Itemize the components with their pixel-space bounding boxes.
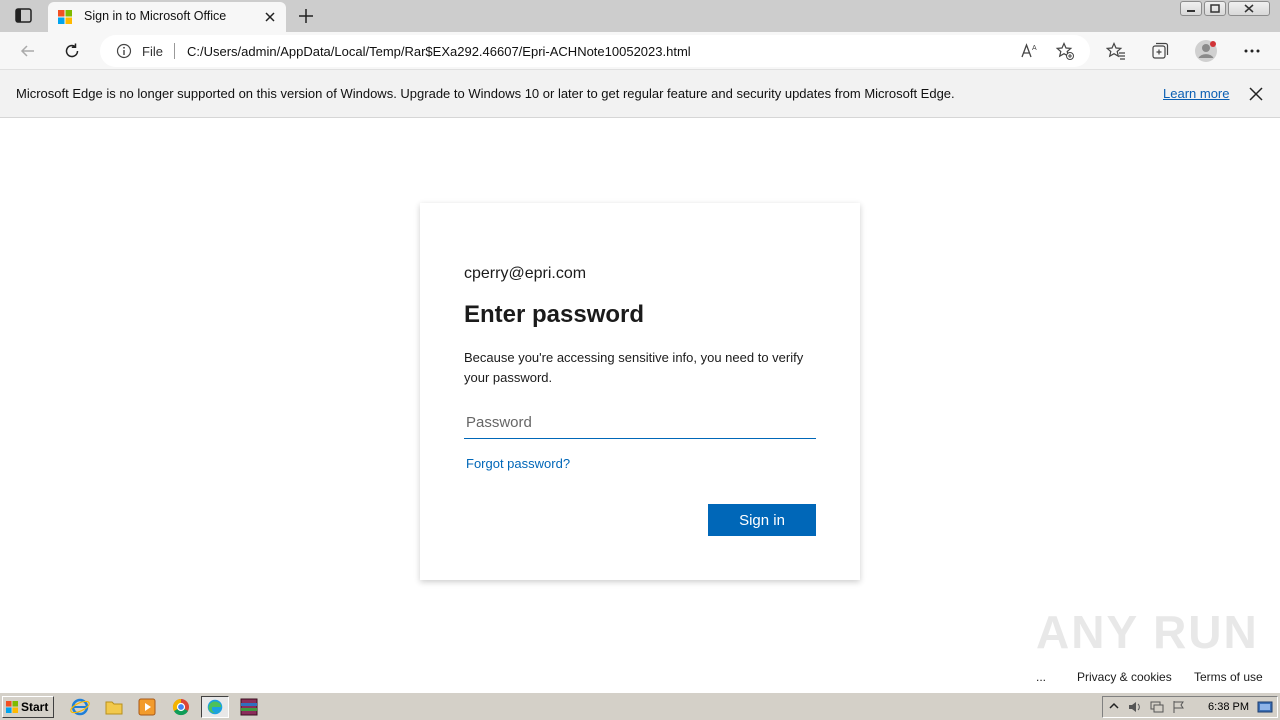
address-separator [174, 43, 175, 59]
sign-in-button[interactable]: Sign in [708, 504, 816, 536]
svg-text:A: A [1032, 45, 1037, 52]
info-icon[interactable] [116, 43, 132, 59]
start-label: Start [21, 700, 49, 714]
taskbar: Start 6:38 PM [0, 692, 1280, 720]
privacy-cookies-link[interactable]: Privacy & cookies [1077, 670, 1172, 684]
active-tab[interactable]: Sign in to Microsoft Office [48, 2, 286, 32]
terms-of-use-link[interactable]: Terms of use [1194, 670, 1263, 684]
restore-button[interactable] [1204, 1, 1226, 16]
url-text[interactable]: C:/Users/admin/AppData/Local/Temp/Rar$EX… [187, 44, 691, 59]
tab-actions-icon[interactable] [12, 7, 36, 25]
volume-icon[interactable] [1127, 700, 1143, 714]
microsoft-logo-icon [58, 10, 72, 24]
internet-explorer-icon[interactable] [68, 696, 92, 718]
account-email: cperry@epri.com [464, 265, 587, 282]
favorites-icon[interactable] [1106, 41, 1126, 61]
page-title: Enter password [464, 301, 645, 328]
edge-icon[interactable] [201, 696, 229, 718]
collections-icon[interactable] [1150, 41, 1170, 61]
system-tray: 6:38 PM [1102, 696, 1278, 718]
minimize-button[interactable] [1180, 1, 1202, 16]
tab-strip: Sign in to Microsoft Office [0, 0, 1280, 32]
learn-more-link[interactable]: Learn more [1163, 86, 1229, 101]
signin-description: Because you're accessing sensitive info,… [464, 350, 804, 385]
signin-card: cperry@epri.com Enter password Because y… [420, 203, 860, 580]
back-icon[interactable] [18, 41, 38, 61]
profile-avatar-icon[interactable] [1194, 39, 1218, 63]
refresh-icon[interactable] [62, 41, 82, 61]
anyrun-watermark: ANY RUN [1036, 606, 1259, 658]
add-favorite-icon[interactable] [1055, 41, 1075, 61]
footer-more-link[interactable]: ... [1036, 670, 1046, 684]
close-infobar-icon[interactable] [1248, 86, 1264, 102]
tray-expand-icon[interactable] [1107, 700, 1121, 714]
more-options-icon[interactable] [1242, 41, 1262, 61]
chrome-icon[interactable] [169, 696, 193, 718]
window-controls [1180, 1, 1270, 17]
winrar-icon[interactable] [235, 696, 263, 718]
file-explorer-icon[interactable] [102, 696, 126, 718]
windows-flag-icon [6, 701, 18, 713]
unsupported-os-infobar: Microsoft Edge is no longer supported on… [0, 70, 1280, 118]
close-tab-icon[interactable] [262, 9, 278, 25]
forgot-password-link[interactable]: Forgot password? [466, 456, 570, 471]
read-aloud-icon[interactable]: A [1019, 41, 1039, 61]
browser-toolbar: File C:/Users/admin/AppData/Local/Temp/R… [0, 32, 1280, 70]
media-player-icon[interactable] [135, 696, 159, 718]
show-desktop-icon[interactable] [1257, 700, 1273, 714]
close-window-button[interactable] [1228, 1, 1270, 16]
tab-title: Sign in to Microsoft Office [84, 9, 227, 23]
network-icon[interactable] [1149, 700, 1165, 714]
action-center-flag-icon[interactable] [1171, 700, 1187, 714]
infobar-message: Microsoft Edge is no longer supported on… [16, 86, 955, 101]
password-input[interactable] [464, 407, 816, 439]
clock[interactable]: 6:38 PM [1208, 701, 1249, 713]
start-button[interactable]: Start [2, 696, 54, 718]
address-bar[interactable]: File C:/Users/admin/AppData/Local/Temp/R… [100, 35, 1090, 67]
url-scheme: File [142, 44, 163, 59]
new-tab-icon[interactable] [296, 6, 316, 26]
page-content: cperry@epri.com Enter password Because y… [0, 118, 1280, 692]
